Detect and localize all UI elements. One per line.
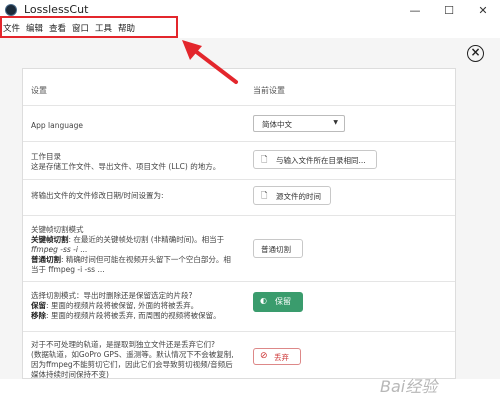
block-icon: ⊘ bbox=[260, 351, 268, 361]
file-time-label: 将输出文件的文件修改日期/时间设置为: bbox=[31, 191, 164, 200]
working-dir-value: 与输入文件所在目录相同... bbox=[276, 156, 366, 165]
divider bbox=[23, 105, 455, 106]
file-icon: 🗋 bbox=[261, 191, 268, 200]
annotation-arrow-icon bbox=[182, 40, 238, 84]
maximize-button[interactable]: ☐ bbox=[432, 0, 466, 21]
keyframe-cut-value: 普通切割 bbox=[261, 245, 291, 254]
file-icon: 🗋 bbox=[261, 155, 268, 164]
file-time-value: 源文件的时间 bbox=[276, 192, 321, 201]
keep-mode-button[interactable]: ◐ 保留 bbox=[253, 292, 303, 312]
working-dir-button[interactable]: 🗋 与输入文件所在目录相同... bbox=[253, 150, 377, 169]
minimize-button[interactable]: — bbox=[398, 0, 432, 21]
highlight-box bbox=[0, 16, 178, 38]
discard-tracks-value: 丢弃 bbox=[274, 353, 289, 362]
language-select-value: 简体中文 bbox=[262, 120, 292, 129]
file-time-button[interactable]: 🗋 源文件的时间 bbox=[253, 186, 331, 205]
divider bbox=[23, 215, 455, 216]
setting-column-header: 设置 bbox=[31, 86, 47, 95]
window-title: LosslessCut bbox=[24, 3, 89, 16]
watermark: Bai经验 bbox=[380, 377, 438, 396]
language-label: App language bbox=[31, 121, 83, 130]
current-column-header: 当前设置 bbox=[253, 86, 285, 95]
yin-yang-icon: ◐ bbox=[260, 296, 267, 305]
close-window-button[interactable]: ✕ bbox=[466, 0, 500, 21]
settings-table: 设置 当前设置 App language 简体中文 ▼ 工作目录 这是存储工作文… bbox=[22, 68, 456, 379]
tracks-desc4: 媒体持续时间保持不变) bbox=[31, 370, 109, 379]
keep-mode-value: 保留 bbox=[275, 297, 291, 306]
working-dir-desc: 这是存储工作文件、导出文件、项目文件 (LLC) 的地方。 bbox=[31, 162, 221, 171]
divider bbox=[23, 141, 455, 142]
divider bbox=[23, 179, 455, 180]
chevron-down-icon: ▼ bbox=[333, 119, 338, 126]
app-logo-icon bbox=[5, 4, 17, 16]
cut-mode-remove-desc: 移除: 里面的视频片段将被丢弃, 而周围的视频将被保留。 bbox=[31, 311, 221, 320]
keyframe-cut-button[interactable]: 普通切割 bbox=[253, 239, 303, 258]
language-select[interactable]: 简体中文 ▼ bbox=[253, 115, 345, 132]
keyframe-cut-desc4: 当于 ffmpeg -i -ss ... bbox=[31, 265, 105, 274]
close-settings-icon[interactable]: × bbox=[467, 45, 484, 62]
discard-tracks-button[interactable]: ⊘ 丢弃 bbox=[253, 348, 301, 365]
settings-page: 设置 当前设置 App language 简体中文 ▼ 工作目录 这是存储工作文… bbox=[0, 38, 500, 396]
divider bbox=[23, 331, 455, 332]
divider bbox=[23, 281, 455, 282]
